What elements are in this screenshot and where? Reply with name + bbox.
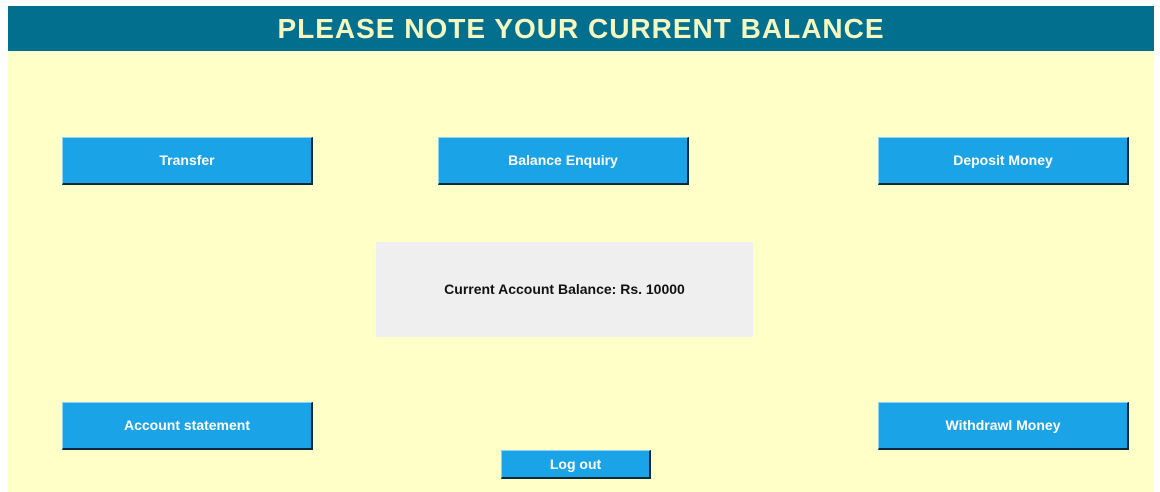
balance-panel: Current Account Balance: Rs. 10000 [376, 242, 753, 337]
withdrawl-money-button[interactable]: Withdrawl Money [878, 402, 1129, 450]
transfer-button[interactable]: Transfer [62, 137, 313, 185]
current-balance-label: Current Account Balance: Rs. 10000 [444, 281, 685, 297]
log-out-button[interactable]: Log out [501, 450, 651, 479]
balance-enquiry-button[interactable]: Balance Enquiry [438, 137, 689, 185]
atm-window: PLEASE NOTE YOUR CURRENT BALANCE Transfe… [8, 6, 1154, 492]
deposit-money-button[interactable]: Deposit Money [878, 137, 1129, 185]
page-title: PLEASE NOTE YOUR CURRENT BALANCE [8, 6, 1154, 51]
account-statement-button[interactable]: Account statement [62, 402, 313, 450]
